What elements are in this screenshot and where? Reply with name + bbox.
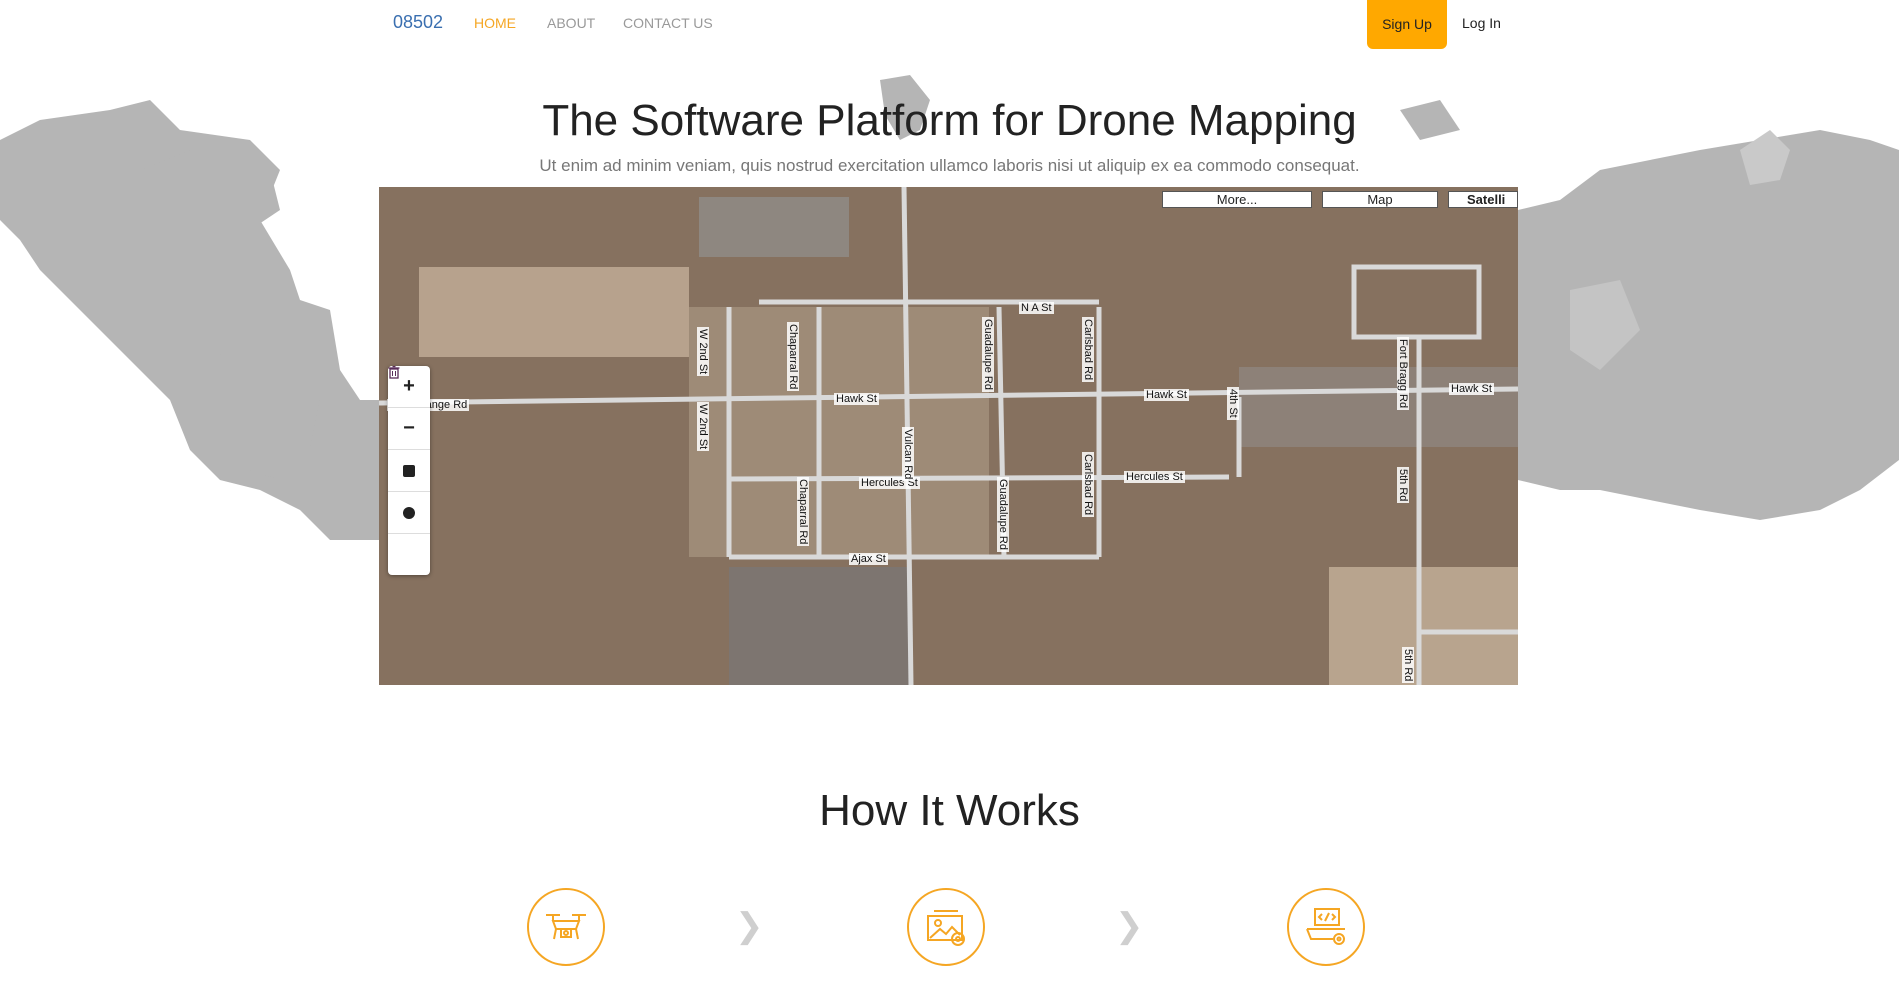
top-navbar: 08502 HOME ABOUT CONTACT US Sign Up Log … bbox=[0, 0, 1899, 49]
step-export-data bbox=[1287, 888, 1365, 966]
road-label: W 2nd St bbox=[697, 327, 709, 377]
circle-icon bbox=[403, 506, 415, 519]
nav-contact[interactable]: CONTACT US bbox=[623, 15, 713, 31]
road-label: N A St bbox=[1019, 302, 1054, 314]
road-label: Hawk St bbox=[1449, 383, 1494, 395]
road-label: Carlsbad Rd bbox=[1082, 452, 1094, 518]
draw-circle-button[interactable] bbox=[388, 492, 430, 534]
map-draw-controls: + − bbox=[388, 366, 430, 575]
road-label: Ajax St bbox=[849, 553, 888, 565]
how-it-works-title: How It Works bbox=[819, 786, 1080, 835]
hero-title: The Software Platform for Drone Mapping bbox=[542, 96, 1357, 145]
chevron-right-icon: ❯ bbox=[1115, 907, 1144, 945]
map-type-more[interactable]: More... bbox=[1162, 191, 1312, 208]
road-label: Guadalupe Rd bbox=[997, 477, 1009, 552]
road-label: Chaparral Rd bbox=[787, 322, 799, 392]
draw-rectangle-button[interactable] bbox=[388, 450, 430, 492]
drone-icon bbox=[546, 914, 586, 940]
signup-button[interactable]: Sign Up bbox=[1367, 0, 1447, 49]
map-type-selector: More... Map Satelli bbox=[1162, 191, 1518, 208]
brand-logo[interactable]: 08502 bbox=[393, 12, 443, 33]
step-process-images bbox=[907, 888, 985, 966]
hero-subtitle: Ut enim ad minim veniam, quis nostrud ex… bbox=[539, 156, 1360, 175]
satellite-map[interactable]: More... Map Satelli N A St Hawk St Hawk … bbox=[379, 187, 1518, 685]
road-label: Carlsbad Rd bbox=[1082, 317, 1094, 383]
road-label: 4th St bbox=[1227, 387, 1239, 420]
chevron-right-icon: ❯ bbox=[735, 907, 764, 945]
step-fly-drone bbox=[527, 888, 605, 966]
trash-icon bbox=[388, 366, 400, 379]
map-type-map[interactable]: Map bbox=[1322, 191, 1438, 208]
nav-home[interactable]: HOME bbox=[474, 15, 516, 31]
satellite-imagery bbox=[379, 187, 1518, 685]
login-link[interactable]: Log In bbox=[1462, 15, 1501, 31]
road-label: Vulcan Rd bbox=[902, 427, 914, 482]
square-icon bbox=[403, 464, 415, 477]
road-label: Chaparral Rd bbox=[797, 477, 809, 547]
code-screen-icon bbox=[1306, 908, 1345, 945]
image-settings-icon bbox=[927, 910, 965, 946]
road-label: 5th Rd bbox=[1397, 467, 1409, 504]
road-label: 5th Rd bbox=[1402, 647, 1414, 684]
nav-about[interactable]: ABOUT bbox=[547, 15, 595, 31]
map-type-satellite[interactable]: Satelli bbox=[1448, 191, 1518, 208]
road-label: Hercules St bbox=[1124, 471, 1185, 483]
zoom-out-button[interactable]: − bbox=[388, 408, 430, 450]
delete-shape-button[interactable] bbox=[388, 366, 430, 575]
road-label: Hawk St bbox=[834, 393, 879, 405]
road-label: W 2nd St bbox=[697, 402, 709, 452]
road-label: Hawk St bbox=[1144, 389, 1189, 401]
road-label: Fort Bragg Rd bbox=[1397, 337, 1409, 411]
road-label: Guadalupe Rd bbox=[982, 317, 994, 392]
